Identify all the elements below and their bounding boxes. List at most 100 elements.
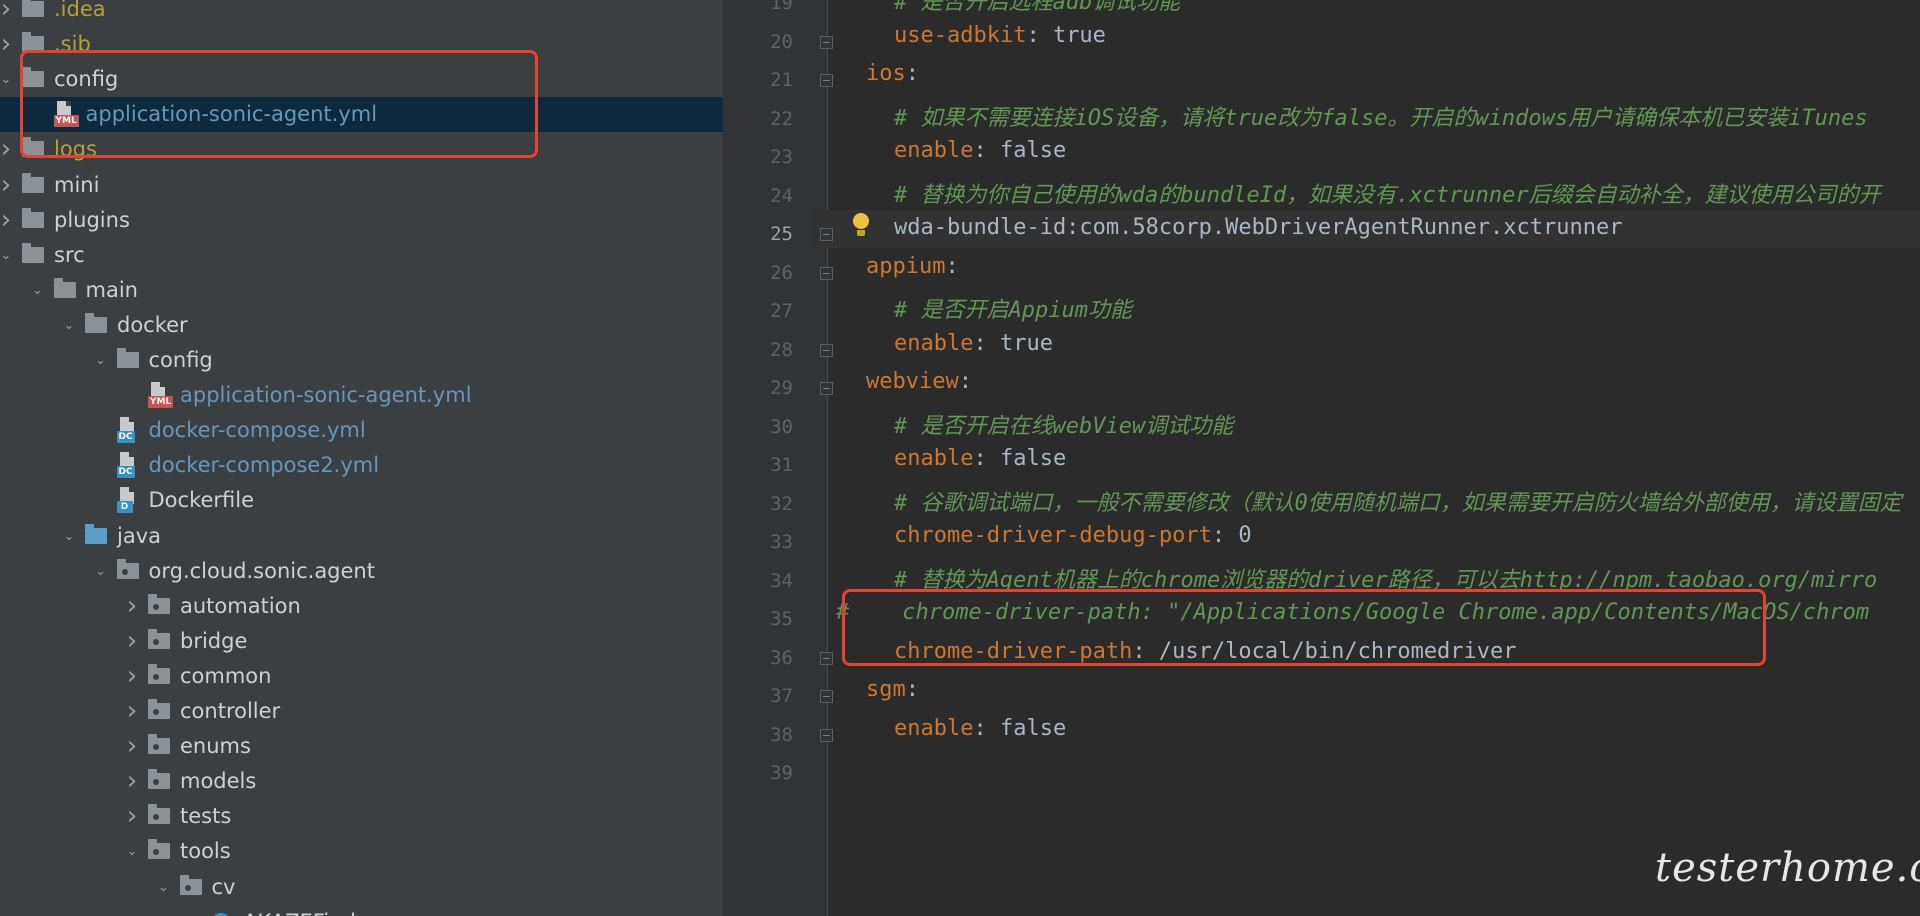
tree-item[interactable]: › mini (0, 168, 723, 203)
fold-marker-icon[interactable] (820, 74, 833, 87)
tree-item-label: plugins (54, 207, 130, 232)
line-number: 33 (770, 531, 793, 553)
tree-item[interactable]: › tests (0, 799, 723, 834)
code-line: use-adbkit: true (894, 23, 1106, 61)
yaml-key: chrome-driver-debug-port (894, 523, 1212, 548)
line-number: 27 (770, 300, 793, 322)
tree-item[interactable]: ⌄ src (0, 238, 723, 273)
chevron-down-icon[interactable]: ⌄ (59, 519, 79, 554)
fold-marker-icon[interactable] (820, 651, 833, 665)
tree-item[interactable]: D Dockerfile (0, 483, 723, 518)
chevron-right-icon[interactable]: › (122, 729, 142, 764)
yaml-value: wda-bundle-id:com.58corp.WebDriverAgentR… (894, 215, 1623, 240)
line-number: 29 (770, 377, 793, 399)
chevron-right-icon[interactable]: › (122, 764, 142, 799)
line-number: 35 (770, 608, 793, 630)
tree-item[interactable]: ⌄ config (0, 343, 723, 378)
chevron-right-icon[interactable]: › (0, 168, 16, 203)
tree-item[interactable]: › models (0, 764, 723, 799)
chevron-down-icon[interactable]: ⌄ (91, 554, 111, 589)
yaml-comment: # 是否开启远程adb调试功能 (894, 0, 1181, 15)
chevron-down-icon[interactable]: ⌄ (28, 273, 48, 308)
chevron-right-icon[interactable]: › (122, 624, 142, 659)
yaml-comment: # 如果不需要连接iOS设备，请将true改为false。开启的windows用… (894, 105, 1868, 131)
tree-item-label: mini (54, 172, 100, 197)
tree-item[interactable]: DC docker-compose.yml (0, 413, 723, 448)
tree-item[interactable]: ⌄ java (0, 519, 723, 554)
code-line: enable: false (894, 446, 1066, 484)
tree-item[interactable]: › automation (0, 589, 723, 624)
package-icon (148, 663, 170, 684)
folder-icon (22, 207, 44, 228)
yaml-key: enable (894, 446, 974, 471)
code-line: # 如果不需要连接iOS设备，请将true改为false。开启的windows用… (894, 100, 1868, 138)
docker-compose-file-icon: DC (116, 417, 137, 444)
code-line: chrome-driver-debug-port: 0 (894, 523, 1252, 561)
chevron-down-icon[interactable]: ⌄ (0, 62, 16, 97)
tree-item-label: java (117, 523, 161, 548)
chevron-right-icon[interactable]: › (0, 203, 16, 238)
tree-item[interactable]: ⌄ docker (0, 308, 723, 343)
tree-item[interactable]: › plugins (0, 203, 723, 238)
code-line: webview: (866, 369, 972, 407)
highlight-box-config-file (20, 50, 538, 158)
chevron-right-icon[interactable]: › (122, 694, 142, 729)
folder-icon (85, 312, 107, 333)
yaml-comment: # 是否开启在线webView调试功能 (894, 413, 1234, 439)
tree-item-label: docker-compose.yml (148, 418, 366, 443)
tree-item-label: common (180, 663, 272, 688)
chevron-down-icon[interactable]: ⌄ (0, 238, 16, 273)
tree-item[interactable]: › bridge (0, 624, 723, 659)
chevron-down-icon[interactable]: ⌄ (91, 343, 111, 378)
tree-item[interactable]: C AKAZEFinder (0, 905, 723, 916)
tree-item[interactable]: ⌄ tools (0, 834, 723, 869)
chevron-right-icon[interactable]: › (122, 799, 142, 834)
lightbulb-icon[interactable] (852, 213, 870, 239)
folder-icon (116, 348, 139, 368)
line-number: 25 (770, 223, 793, 245)
tree-item-label: docker-compose2.yml (148, 453, 380, 478)
chevron-right-icon[interactable]: › (0, 132, 16, 167)
chevron-down-icon[interactable]: ⌄ (122, 834, 142, 869)
yaml-comment: # 谷歌调试端口，一般不需要修改（默认0使用随机端口，如果需要开启防火墙给外部使… (894, 490, 1902, 516)
package-icon (179, 874, 202, 895)
tree-item[interactable]: › common (0, 659, 723, 694)
highlight-box-chrome-driver-path (842, 589, 1766, 666)
tree-item[interactable]: › .idea (0, 0, 723, 27)
fold-marker-icon[interactable] (820, 728, 833, 742)
package-icon (148, 839, 170, 860)
tree-item-label: tools (180, 839, 231, 864)
chevron-down-icon[interactable]: ⌄ (154, 870, 174, 905)
fold-marker-icon[interactable] (820, 343, 833, 357)
yaml-key: enable (894, 138, 974, 163)
line-number: 31 (770, 454, 793, 476)
line-number: 26 (770, 261, 793, 284)
chevron-down-icon[interactable]: ⌄ (59, 308, 79, 343)
fold-marker-icon[interactable] (820, 35, 833, 49)
yaml-key: appium (866, 253, 946, 279)
fold-marker-icon[interactable] (820, 690, 833, 703)
tree-item-label: cv (211, 874, 236, 899)
fold-marker-icon[interactable] (820, 228, 833, 241)
fold-marker-icon[interactable] (820, 382, 833, 395)
line-number: 28 (770, 338, 793, 361)
tree-item-label: Dockerfile (148, 488, 255, 513)
tree-item[interactable]: YML application-sonic-agent.yml (0, 378, 723, 413)
yaml-value: : 0 (1211, 523, 1252, 548)
chevron-right-icon[interactable]: › (0, 0, 16, 27)
code-line: enable: false (894, 716, 1066, 754)
tree-item[interactable]: DC docker-compose2.yml (0, 448, 723, 483)
chevron-right-icon[interactable]: › (122, 589, 142, 624)
tree-item[interactable]: ⌄ cv (0, 870, 723, 905)
chevron-right-icon[interactable]: › (0, 27, 16, 62)
yaml-value: : false (973, 715, 1067, 741)
tree-item[interactable]: › enums (0, 729, 723, 764)
code-line: enable: false (894, 138, 1066, 176)
line-number: 34 (770, 569, 793, 592)
fold-marker-icon[interactable] (820, 266, 833, 280)
tree-item[interactable]: ⌄ main (0, 273, 723, 308)
tree-item[interactable]: › controller (0, 694, 723, 729)
tree-item[interactable]: ⌄ org.cloud.sonic.agent (0, 554, 723, 589)
chevron-right-icon[interactable]: › (122, 659, 142, 694)
package-icon (148, 769, 170, 790)
